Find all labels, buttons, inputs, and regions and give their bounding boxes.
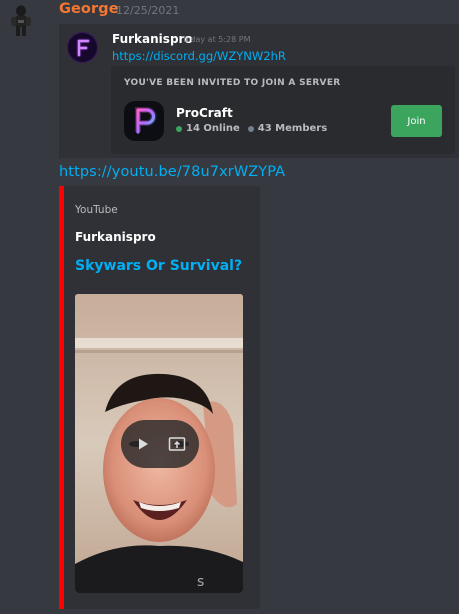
neon-f-logo-icon xyxy=(76,38,90,57)
invite-heading: YOU'VE BEEN INVITED TO JOIN A SERVER xyxy=(124,78,341,88)
play-icon[interactable] xyxy=(131,432,155,456)
user-avatar[interactable] xyxy=(6,4,36,38)
svg-text:s: s xyxy=(197,574,204,590)
embed-accent-bar xyxy=(59,186,64,609)
server-icon[interactable] xyxy=(124,101,164,141)
open-external-icon[interactable] xyxy=(165,432,189,456)
embed-title[interactable]: Skywars Or Survival? xyxy=(75,258,242,274)
server-invite-card: YOU'VE BEEN INVITED TO JOIN A SERVER Pro… xyxy=(111,66,455,154)
quoted-message: Furkanispro Today at 5:28 PM https://dis… xyxy=(59,24,459,158)
online-count: 14 Online xyxy=(186,123,240,134)
video-thumbnail[interactable]: s xyxy=(75,294,243,593)
chat-message: George 12/25/2021 Furkanispro Today at 5… xyxy=(0,0,459,614)
online-dot-icon xyxy=(176,125,182,132)
message-timestamp: 12/25/2021 xyxy=(116,4,180,17)
invite-link[interactable]: https://discord.gg/WZYNW2hR xyxy=(112,49,286,63)
quoted-author-avatar[interactable] xyxy=(67,32,98,63)
youtube-embed: YouTube Furkanispro Skywars Or Survival? xyxy=(59,186,260,609)
avatar-figure-icon xyxy=(11,5,31,36)
embed-provider: YouTube xyxy=(75,204,118,216)
youtube-link[interactable]: https://youtu.be/78u7xrWZYPA xyxy=(59,164,285,180)
members-dot-icon xyxy=(247,125,254,132)
quoted-author[interactable]: Furkanispro xyxy=(112,32,193,46)
member-count: 43 Members xyxy=(257,123,328,134)
neon-p-logo-icon xyxy=(135,107,157,134)
embed-author[interactable]: Furkanispro xyxy=(75,230,156,244)
server-name[interactable]: ProCraft xyxy=(176,106,233,120)
video-controls xyxy=(121,420,199,468)
server-stats: 14 Online 43 Members xyxy=(176,123,327,134)
message-author[interactable]: George xyxy=(59,1,119,17)
quoted-timestamp: Today at 5:28 PM xyxy=(182,35,251,44)
join-server-button[interactable]: Join xyxy=(391,105,442,137)
